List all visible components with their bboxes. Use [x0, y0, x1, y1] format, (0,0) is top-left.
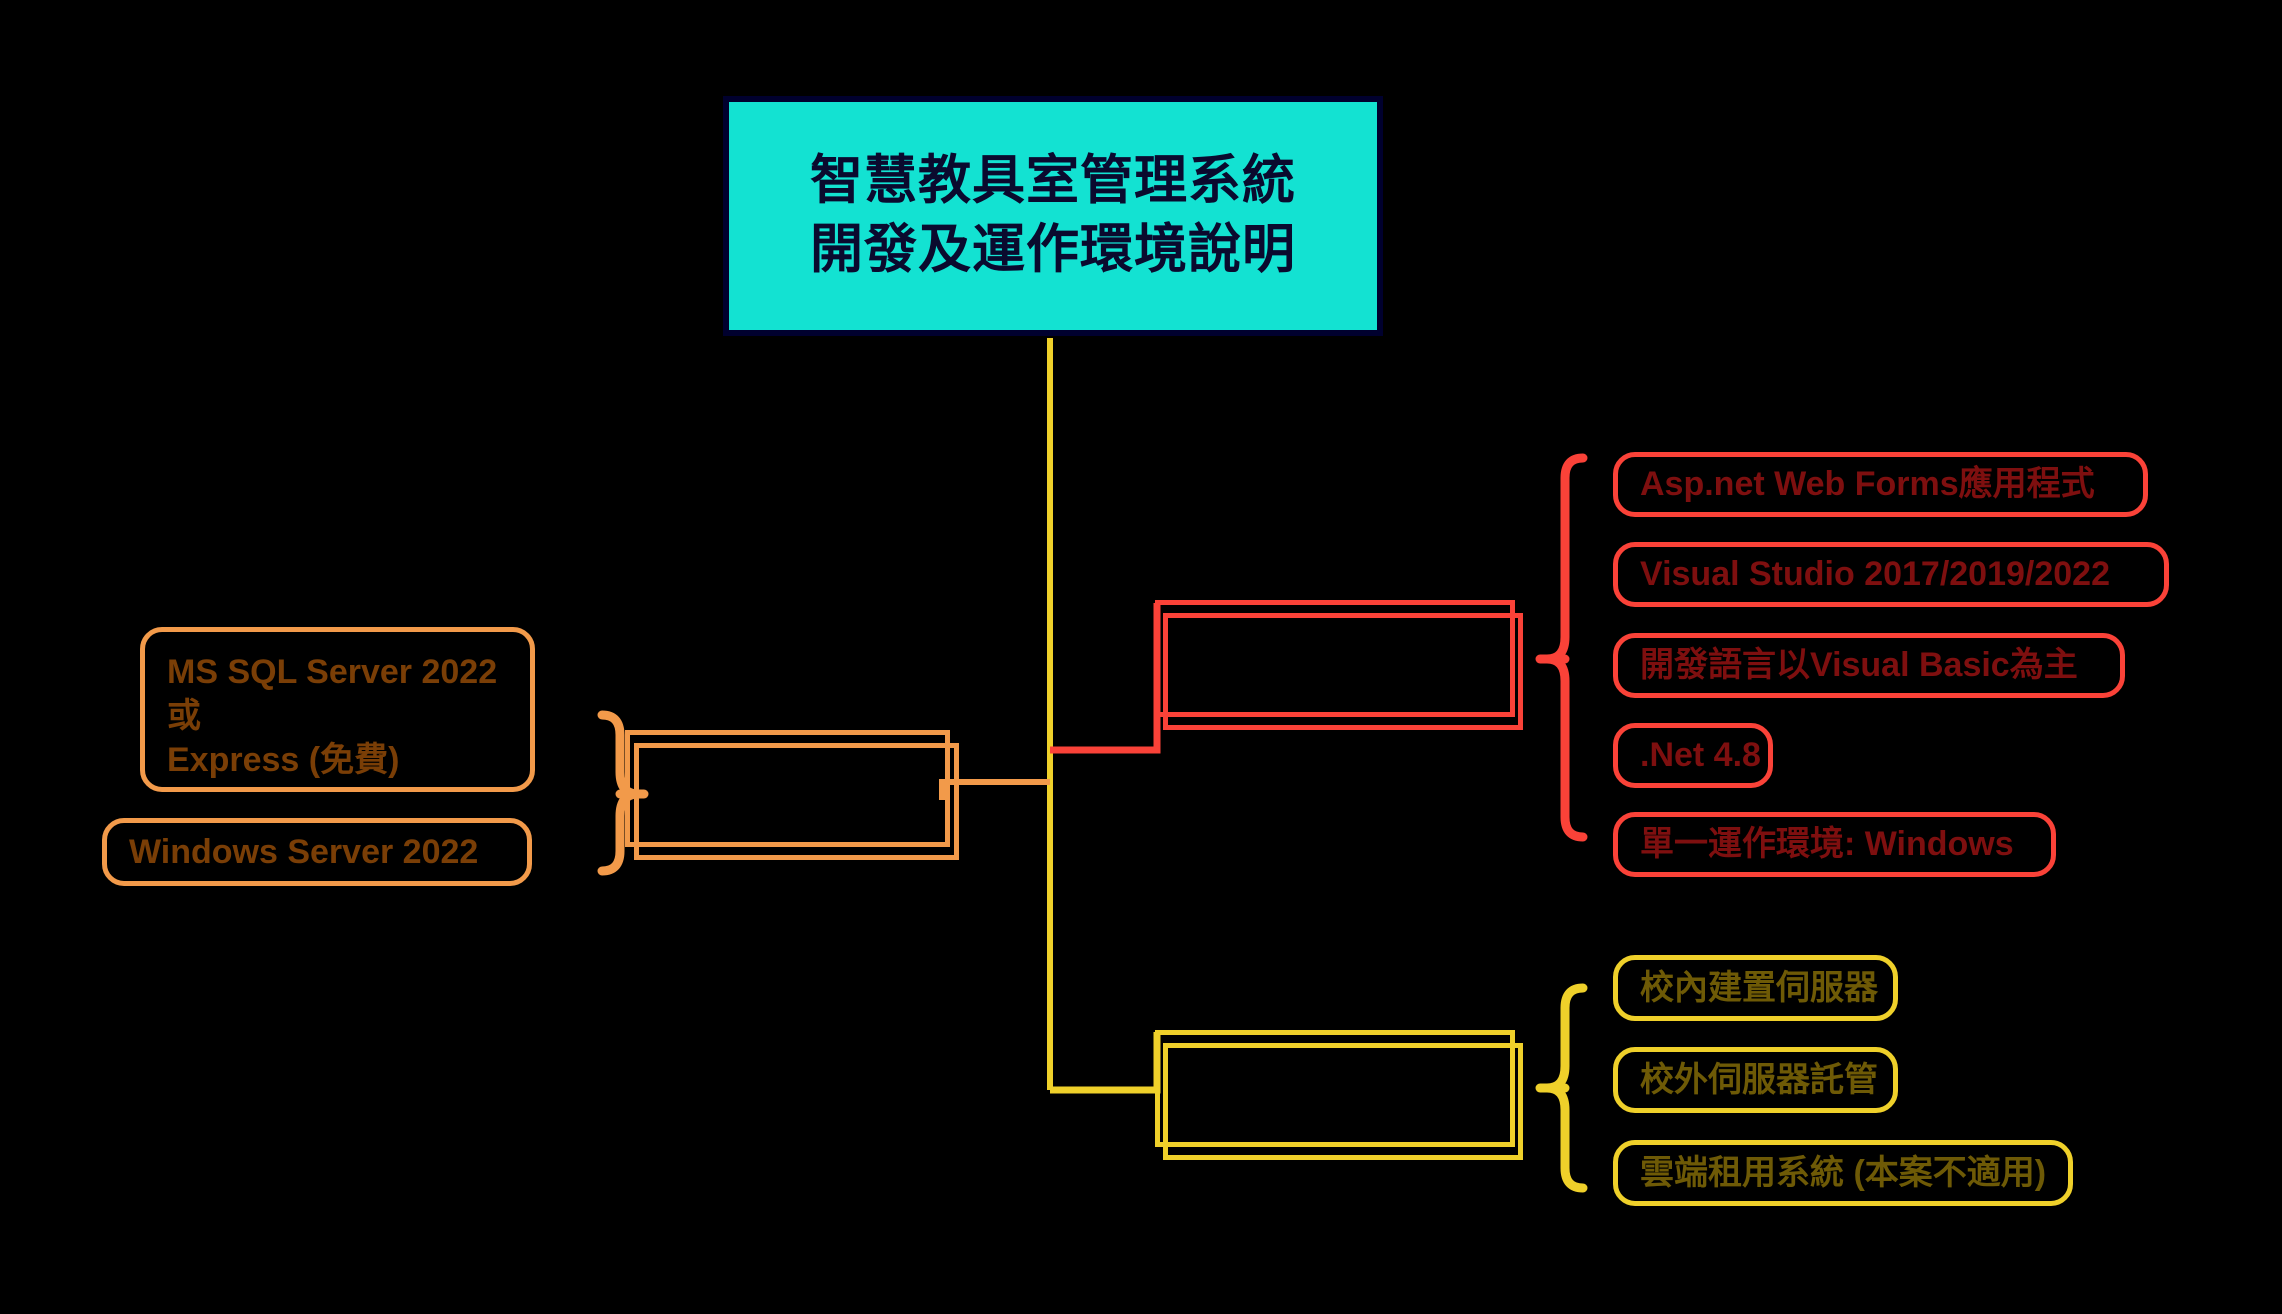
- leaf-dev-0[interactable]: Asp.net Web Forms應用程式: [1613, 452, 2148, 517]
- root-title-line-2: 開發及運作環境說明: [810, 220, 1296, 279]
- mindmap-canvas: 智慧教具室管理系統 開發及運作環境說明 Asp.net Web Forms應用程…: [0, 0, 2282, 1314]
- leaf-dev-2[interactable]: 開發語言以Visual Basic為主: [1613, 633, 2125, 698]
- brace-dev: [1542, 453, 1588, 842]
- branch-stem-hosting: [1050, 1032, 1161, 1094]
- branch-hub-server[interactable]: [625, 730, 950, 847]
- leaf-dev-3[interactable]: .Net 4.8: [1613, 723, 1773, 788]
- branch-hub-hosting[interactable]: [1155, 1030, 1515, 1147]
- leaf-hosting-0[interactable]: 校內建置伺服器: [1613, 955, 1898, 1021]
- leaf-dev-1[interactable]: Visual Studio 2017/2019/2022: [1613, 542, 2169, 607]
- leaf-dev-4[interactable]: 單一運作環境: Windows: [1613, 812, 2056, 877]
- branch-stem-dev: [1050, 603, 1161, 754]
- root-node[interactable]: 智慧教具室管理系統 開發及運作環境說明: [723, 96, 1383, 336]
- leaf-server-1[interactable]: Windows Server 2022: [102, 818, 532, 886]
- brace-hosting: [1542, 983, 1588, 1193]
- branch-hub-dev[interactable]: [1155, 600, 1515, 717]
- leaf-hosting-1[interactable]: 校外伺服器託管: [1613, 1047, 1898, 1113]
- leaf-server-0[interactable]: MS SQL Server 2022 或 Express (免費): [140, 627, 535, 792]
- leaf-hosting-2[interactable]: 雲端租用系統 (本案不適用): [1613, 1140, 2073, 1206]
- root-title-line-1: 智慧教具室管理系統: [810, 151, 1296, 211]
